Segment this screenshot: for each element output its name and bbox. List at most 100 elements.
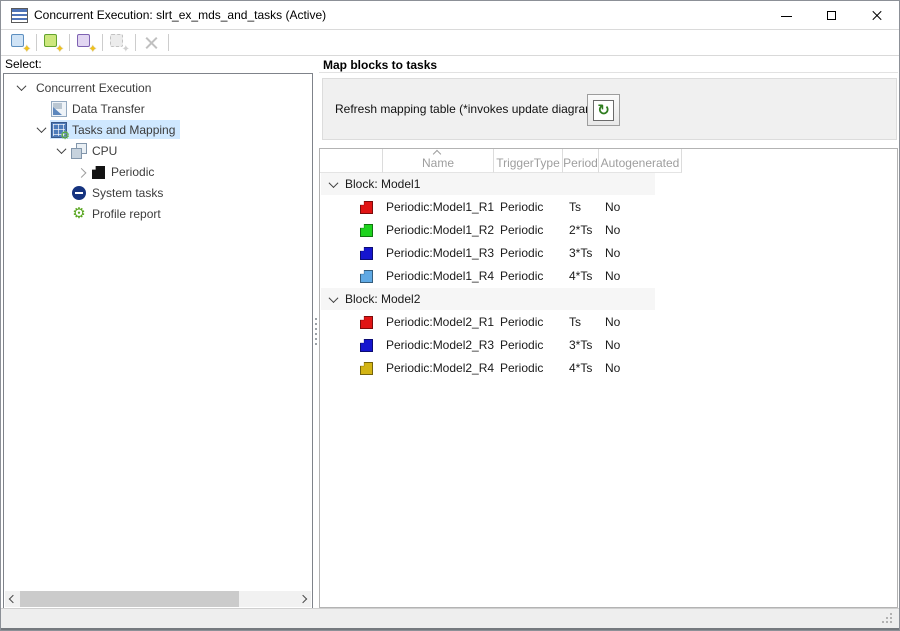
scrollbar-thumb[interactable] [20,591,239,607]
minimize-icon [781,16,792,17]
cell-trigger-type: Periodic [500,315,544,329]
column-header-period[interactable]: Period [563,149,599,173]
tree-item-label: CPU [92,143,118,158]
table-row-periodic-model2-r3[interactable]: Periodic:Model2_R3 Periodic 3*Ts No [320,334,897,357]
scroll-left-button[interactable] [5,591,19,607]
star-badge-icon: ✦ [88,43,97,55]
concurrent-execution-window: Concurrent Execution: slrt_ex_mds_and_ta… [0,0,900,631]
chevron-down-icon[interactable] [324,175,342,193]
chevron-down-icon[interactable] [12,79,30,97]
tree-panel: Concurrent Execution Data Transfer ⚙ Tasks … [3,73,313,609]
group-label: Block: Model2 [345,292,421,306]
cell-trigger-type: Periodic [500,338,544,352]
cell-autogenerated: No [605,269,621,283]
periodic-task-icon [92,166,105,179]
cell-period: 4*Ts [569,269,593,283]
column-header-label: Autogenerated [600,156,680,170]
close-button[interactable] [854,1,899,30]
cell-name: Periodic:Model2_R1 [386,315,495,329]
task-color-icon [360,247,373,260]
tree-item-label: Tasks and Mapping [72,122,176,137]
tree-item-concurrent-execution[interactable]: Concurrent Execution [4,77,312,98]
refresh-icon: ↻ [597,101,610,119]
refresh-panel: Refresh mapping table (*invokes update d… [322,78,897,140]
column-header-autogenerated[interactable]: Autogenerated [599,149,682,173]
delete-button [140,32,164,54]
refresh-button-face: ↻ [593,99,614,121]
cell-autogenerated: No [605,315,621,329]
cell-period: 3*Ts [569,338,593,352]
table-row-periodic-model1-r2[interactable]: Periodic:Model1_R2 Periodic 2*Ts No [320,219,897,242]
table-body: Block: Model1 Periodic:Model1_R1 Periodic T… [320,173,897,380]
group-label: Block: Model1 [345,177,421,191]
scroll-right-button[interactable] [297,591,311,607]
window-title: Concurrent Execution: slrt_ex_mds_and_ta… [34,8,327,22]
toolbar-separator [69,34,70,51]
app-table-icon [11,8,28,23]
cell-autogenerated: No [605,223,621,237]
group-row-block-model1[interactable]: Block: Model1 [320,173,897,196]
table-row-periodic-model1-r3[interactable]: Periodic:Model1_R3 Periodic 3*Ts No [320,242,897,265]
column-header-label: Name [421,156,454,170]
cell-name: Periodic:Model2_R3 [386,338,495,352]
panel-splitter[interactable] [315,318,317,345]
mapping-table: Name TriggerType Period Autogenerated Block… [319,148,898,608]
toolbar-separator [135,34,136,51]
cell-trigger-type: Periodic [500,361,544,375]
toolbar-separator [36,34,37,51]
tree-item-profile-report[interactable]: ⚙ Profile report [4,203,312,224]
cell-name: Periodic:Model1_R4 [386,269,495,283]
toolbar: ✦ ✦ ✦ ✦ [1,30,899,56]
tasks-and-mapping-icon: ⚙ [51,121,70,141]
column-header-label: Period [563,156,598,170]
horizontal-scrollbar [5,591,311,607]
task-color-icon [360,316,373,329]
cell-name: Periodic:Model1_R3 [386,246,495,260]
table-row-periodic-model1-r4[interactable]: Periodic:Model1_R4 Periodic 4*Ts No [320,265,897,288]
minimize-button[interactable] [764,1,809,30]
tree-item-cpu[interactable]: CPU [4,140,312,161]
cell-trigger-type: Periodic [500,200,544,214]
tree-item-periodic[interactable]: Periodic [4,161,312,182]
tree-item-tasks-and-mapping[interactable]: ⚙ Tasks and Mapping [4,119,312,141]
column-header-icon[interactable] [320,149,383,173]
tree: Concurrent Execution Data Transfer ⚙ Tasks … [4,77,312,224]
toolbar-separator [102,34,103,51]
table-row-periodic-model2-r1[interactable]: Periodic:Model2_R1 Periodic Ts No [320,311,897,334]
resize-grip-icon[interactable] [881,613,892,624]
status-bar [1,608,899,630]
cell-name: Periodic:Model1_R2 [386,223,495,237]
group-row-block-model2[interactable]: Block: Model2 [320,288,897,311]
new-aperiodic-trigger-button[interactable]: ✦ [74,32,98,54]
table-row-periodic-model2-r4[interactable]: Periodic:Model2_R4 Periodic 4*Ts No [320,357,897,380]
cell-autogenerated: No [605,338,621,352]
titlebar: Concurrent Execution: slrt_ex_mds_and_ta… [1,1,899,30]
tree-item-system-tasks[interactable]: System tasks [4,182,312,203]
refresh-button[interactable]: ↻ [587,94,620,126]
maximize-button[interactable] [809,1,854,30]
column-header-label: TriggerType [496,156,560,170]
task-color-icon [360,339,373,352]
column-header-triggertype[interactable]: TriggerType [494,149,563,173]
chevron-down-icon[interactable] [52,142,70,160]
cell-name: Periodic:Model1_R1 [386,200,495,214]
new-periodic-trigger-button[interactable]: ✦ [41,32,65,54]
cell-period: Ts [569,315,581,329]
column-header-name[interactable]: Name [383,149,494,173]
refresh-label: Refresh mapping table (*invokes update d… [335,102,600,116]
profile-report-icon: ⚙ [72,204,86,222]
tree-item-label: System tasks [92,185,164,200]
toolbar-separator [168,34,169,51]
chevron-down-icon[interactable] [324,290,342,308]
cell-period: Ts [569,200,581,214]
cell-autogenerated: No [605,246,621,260]
table-row-periodic-model1-r1[interactable]: Periodic:Model1_R1 Periodic Ts No [320,196,897,219]
task-color-icon [360,224,373,237]
chevron-down-icon[interactable] [32,121,50,139]
star-badge-icon: ✦ [55,43,64,55]
tree-item-data-transfer[interactable]: Data Transfer [4,98,312,119]
task-color-icon [360,362,373,375]
tree-item-label: Data Transfer [72,101,145,116]
new-task-button[interactable]: ✦ [8,32,32,54]
chevron-right-icon[interactable] [72,163,90,181]
